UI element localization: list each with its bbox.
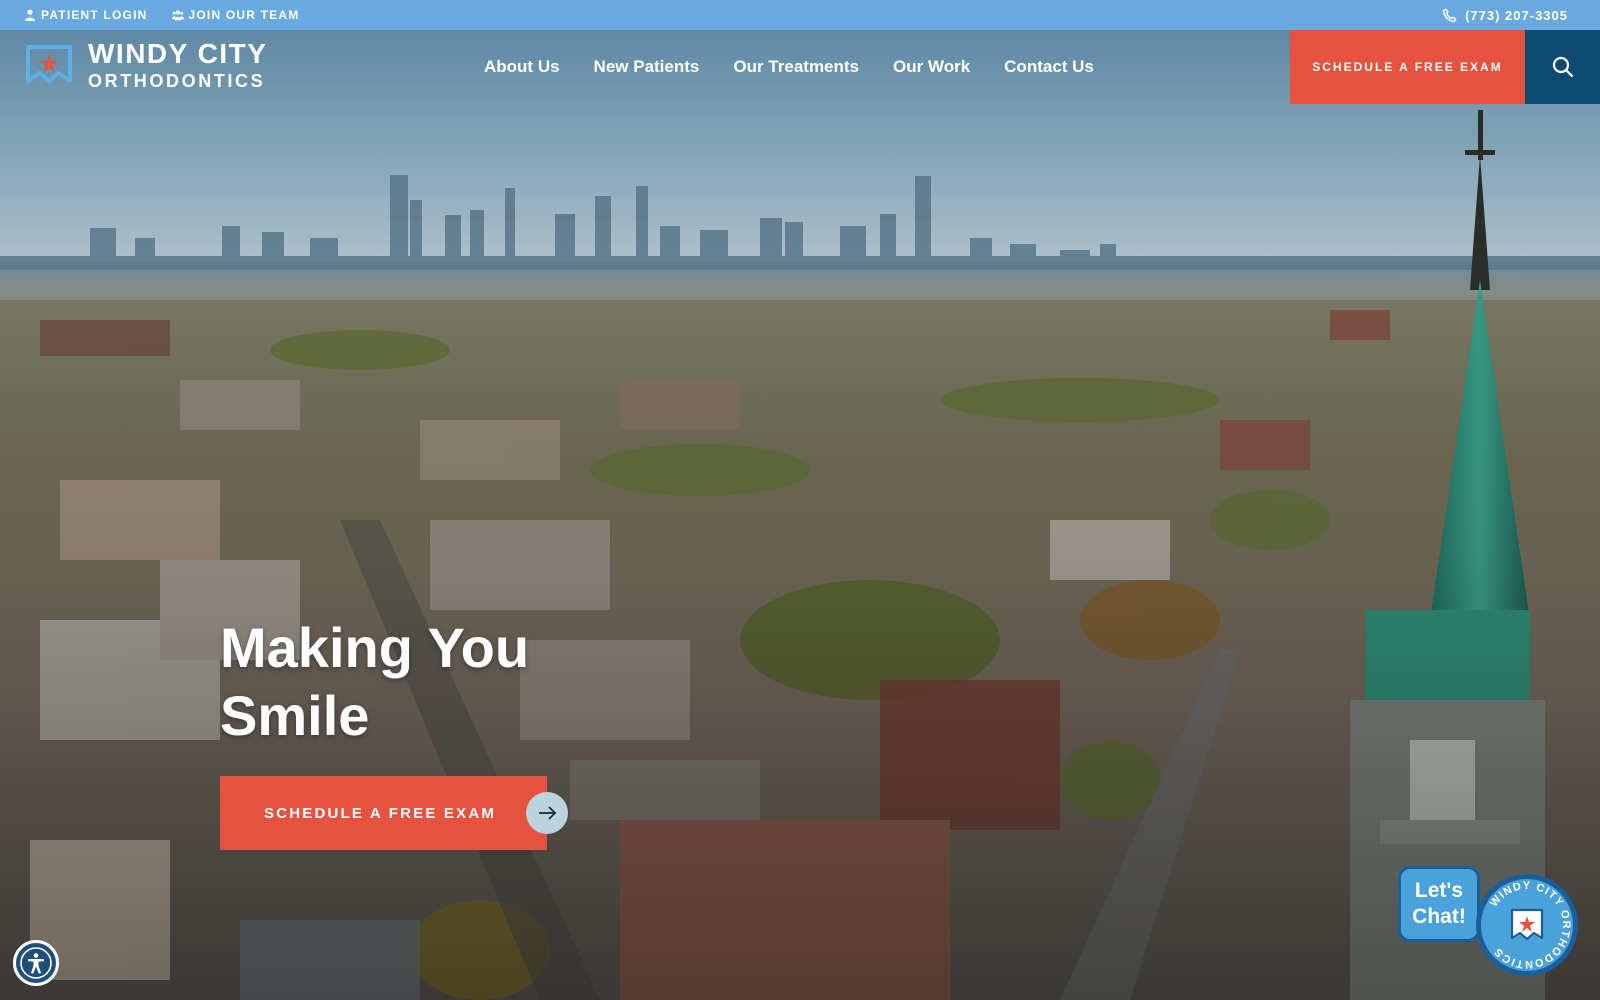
schedule-exam-hero-button[interactable]: SCHEDULE A FREE EXAM — [220, 776, 547, 850]
chat-line-2: Chat! — [1412, 905, 1466, 928]
primary-nav: About Us New Patients Our Treatments Our… — [484, 30, 1094, 104]
hero-headline: Making You Smile — [220, 614, 529, 750]
hero-background — [0, 0, 1600, 1000]
logo-flag-icon — [26, 45, 72, 83]
nav-our-treatments[interactable]: Our Treatments — [733, 57, 859, 77]
phone-icon — [1442, 7, 1457, 22]
logo-line-2: ORTHODONTICS — [88, 71, 266, 91]
patient-login-link[interactable]: PATIENT LOGIN — [24, 8, 148, 22]
chat-widget[interactable]: Let's Chat! WINDY CITY ORTHODONTICS — [1398, 866, 1582, 978]
accessibility-button[interactable] — [13, 940, 59, 986]
nav-our-work[interactable]: Our Work — [893, 57, 970, 77]
join-team-label: JOIN OUR TEAM — [188, 8, 300, 22]
hero-headline-line-1: Making You — [220, 616, 530, 679]
group-icon — [171, 10, 184, 21]
site-logo[interactable]: WINDY CITY ORTHODONTICS — [24, 40, 267, 90]
hero-overlay — [0, 0, 1600, 1000]
nav-new-patients[interactable]: New Patients — [594, 57, 700, 77]
schedule-exam-header-button[interactable]: SCHEDULE A FREE EXAM — [1290, 30, 1525, 104]
chat-logo-badge[interactable]: WINDY CITY ORTHODONTICS — [1474, 872, 1580, 978]
logo-line-1: WINDY CITY — [88, 38, 268, 69]
join-team-link[interactable]: JOIN OUR TEAM — [171, 8, 300, 22]
hero-headline-line-2: Smile — [220, 684, 370, 747]
utility-bar: PATIENT LOGIN JOIN OUR TEAM (773) 207-33… — [0, 0, 1600, 30]
arrow-right-icon — [539, 806, 557, 820]
nav-about-us[interactable]: About Us — [484, 57, 560, 77]
accessibility-icon — [20, 947, 52, 979]
chat-line-1: Let's — [1414, 879, 1464, 902]
nav-contact-us[interactable]: Contact Us — [1004, 57, 1094, 77]
phone-link[interactable]: (773) 207-3305 — [1442, 8, 1568, 23]
search-button[interactable] — [1525, 30, 1600, 104]
hero-cta-arrow[interactable] — [526, 792, 568, 834]
search-icon — [1552, 56, 1573, 78]
patient-login-label: PATIENT LOGIN — [41, 8, 148, 22]
main-header: WINDY CITY ORTHODONTICS About Us New Pat… — [0, 30, 1600, 104]
user-icon — [25, 9, 35, 21]
chat-bubble[interactable]: Let's Chat! — [1398, 866, 1480, 942]
phone-number: (773) 207-3305 — [1465, 7, 1568, 23]
